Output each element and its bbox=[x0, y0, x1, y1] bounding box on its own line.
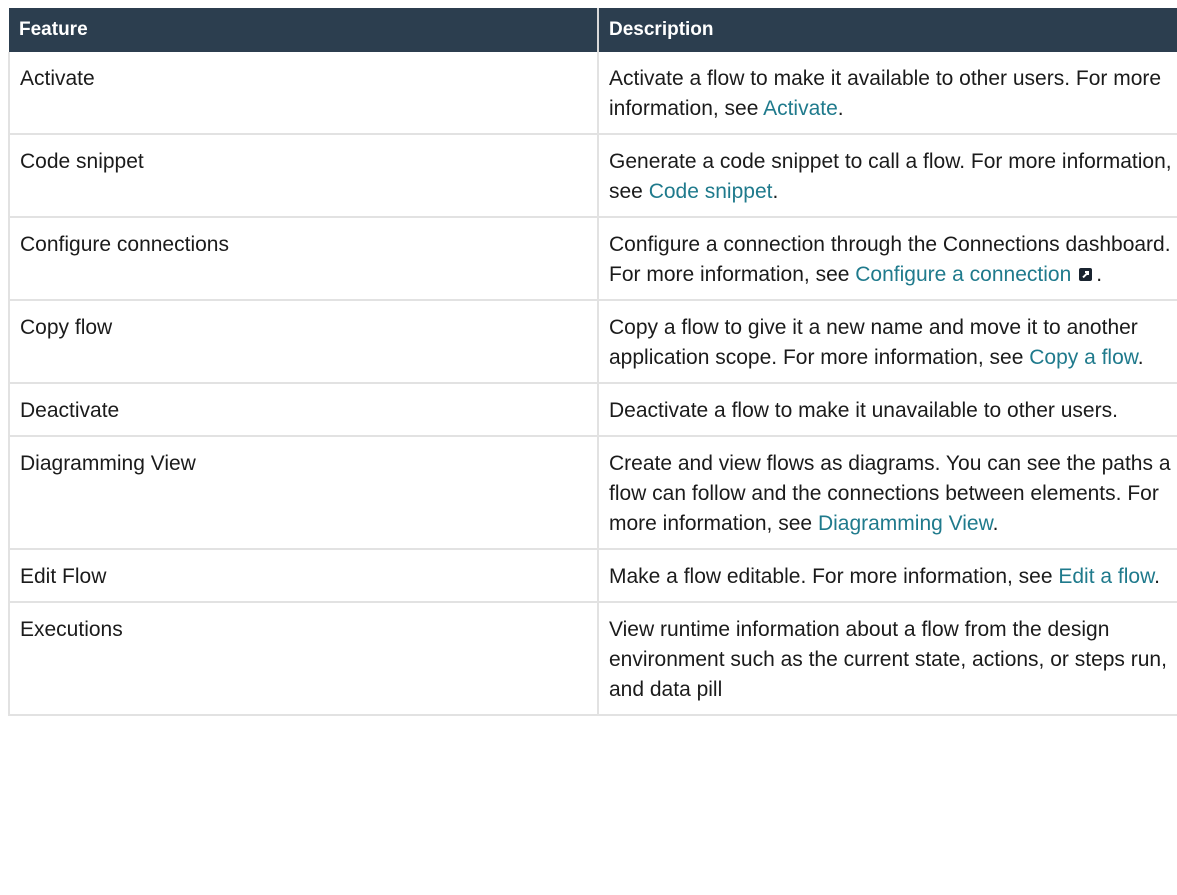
header-description: Description bbox=[598, 8, 1177, 52]
table-row: Copy flow Copy a flow to give it a new n… bbox=[8, 300, 1177, 384]
external-link-icon[interactable] bbox=[1079, 268, 1093, 281]
feature-cell: Diagramming View bbox=[8, 436, 599, 550]
description-end: . bbox=[1137, 346, 1144, 369]
link-configure-a-connection[interactable]: Configure a connection bbox=[855, 263, 1071, 286]
table-row: Executions View runtime information abou… bbox=[8, 602, 1177, 716]
description-end: . bbox=[1096, 263, 1103, 286]
description-cell: Generate a code snippet to call a flow. … bbox=[598, 134, 1177, 218]
link-activate[interactable]: Activate bbox=[763, 97, 838, 120]
table-row: Diagramming View Create and view flows a… bbox=[8, 436, 1177, 550]
table-row: Edit Flow Make a flow editable. For more… bbox=[8, 549, 1177, 603]
feature-cell: Code snippet bbox=[8, 134, 599, 218]
description-text: Activate a flow to make it available to … bbox=[609, 67, 1162, 120]
feature-table: Feature Description Activate Activate a … bbox=[8, 8, 1177, 716]
table-row: Activate Activate a flow to make it avai… bbox=[8, 52, 1177, 135]
description-cell: Copy a flow to give it a new name and mo… bbox=[598, 300, 1177, 384]
table-row: Deactivate Deactivate a flow to make it … bbox=[8, 383, 1177, 437]
description-end: . bbox=[837, 97, 844, 120]
description-cell: View runtime information about a flow fr… bbox=[598, 602, 1177, 716]
description-end: . bbox=[992, 512, 999, 535]
description-cell: Make a flow editable. For more informati… bbox=[598, 549, 1177, 603]
description-cell: Activate a flow to make it available to … bbox=[598, 52, 1177, 135]
description-cell: Create and view flows as diagrams. You c… bbox=[598, 436, 1177, 550]
link-diagramming-view[interactable]: Diagramming View bbox=[818, 512, 993, 535]
feature-cell: Configure connections bbox=[8, 217, 599, 301]
link-edit-a-flow[interactable]: Edit a flow bbox=[1058, 565, 1154, 588]
link-copy-a-flow[interactable]: Copy a flow bbox=[1029, 346, 1138, 369]
header-feature: Feature bbox=[9, 8, 599, 52]
feature-cell: Executions bbox=[8, 602, 599, 716]
feature-cell: Edit Flow bbox=[8, 549, 599, 603]
table-row: Code snippet Generate a code snippet to … bbox=[8, 134, 1177, 218]
description-text: Make a flow editable. For more informati… bbox=[609, 565, 1059, 588]
description-cell: Deactivate a flow to make it unavailable… bbox=[598, 383, 1177, 437]
feature-table-container: Feature Description Activate Activate a … bbox=[8, 8, 1177, 716]
description-text: View runtime information about a flow fr… bbox=[609, 618, 1167, 701]
description-cell: Configure a connection through the Conne… bbox=[598, 217, 1177, 301]
table-header-row: Feature Description bbox=[9, 8, 1177, 52]
feature-cell: Activate bbox=[8, 52, 599, 135]
link-code-snippet[interactable]: Code snippet bbox=[649, 180, 773, 203]
feature-cell: Copy flow bbox=[8, 300, 599, 384]
description-end: . bbox=[1154, 565, 1160, 588]
description-text: Deactivate a flow to make it unavailable… bbox=[609, 399, 1118, 422]
description-end: . bbox=[772, 180, 779, 203]
feature-cell: Deactivate bbox=[8, 383, 599, 437]
table-row: Configure connections Configure a connec… bbox=[8, 217, 1177, 301]
